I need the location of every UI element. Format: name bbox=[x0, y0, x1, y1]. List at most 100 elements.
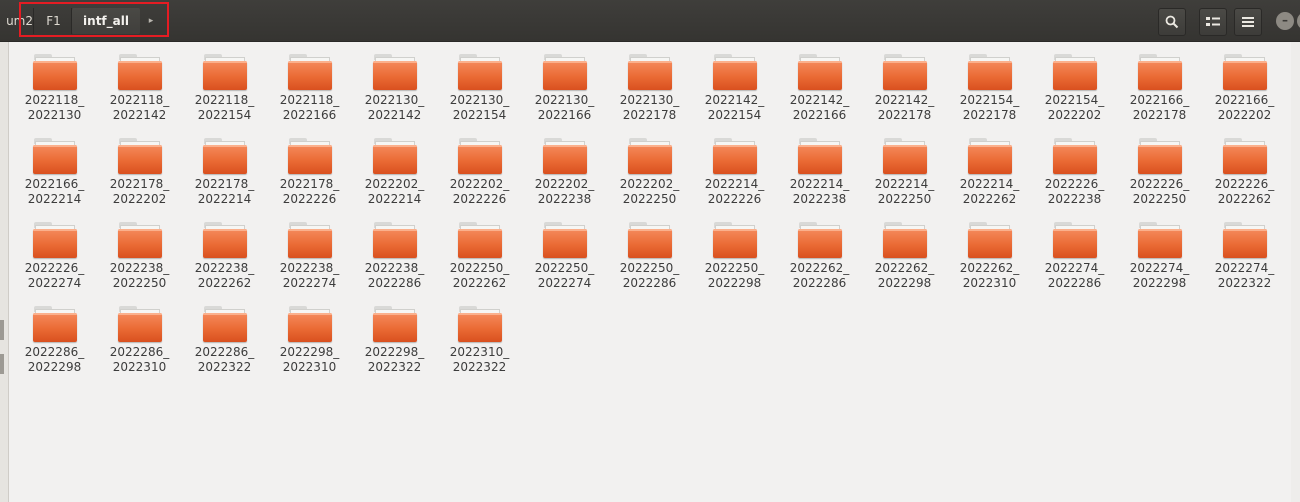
folder-item[interactable]: 2022226_ 2022274 bbox=[12, 216, 97, 300]
folder-item[interactable]: 2022142_ 2022178 bbox=[862, 48, 947, 132]
folder-item[interactable]: 2022250_ 2022274 bbox=[522, 216, 607, 300]
folder-item[interactable]: 2022178_ 2022214 bbox=[182, 132, 267, 216]
folder-label-line: 2022274_ bbox=[1044, 261, 1105, 275]
folder-item[interactable]: 2022274_ 2022322 bbox=[1202, 216, 1287, 300]
folder-item[interactable]: 2022250_ 2022298 bbox=[692, 216, 777, 300]
folder-icon bbox=[33, 138, 77, 174]
folder-item[interactable]: 2022202_ 2022214 bbox=[352, 132, 437, 216]
folder-item[interactable]: 2022130_ 2022166 bbox=[522, 48, 607, 132]
folder-label-line: 2022298 bbox=[27, 360, 82, 374]
folder-item[interactable]: 2022238_ 2022262 bbox=[182, 216, 267, 300]
folder-item[interactable]: 2022238_ 2022250 bbox=[97, 216, 182, 300]
folder-label: 2022298_ 2022322 bbox=[352, 345, 437, 375]
folder-item[interactable]: 2022202_ 2022250 bbox=[607, 132, 692, 216]
folder-item[interactable]: 2022118_ 2022130 bbox=[12, 48, 97, 132]
folder-label-line: 2022142 bbox=[367, 108, 422, 122]
folder-item[interactable]: 2022166_ 2022178 bbox=[1117, 48, 1202, 132]
folder-icon bbox=[628, 54, 672, 90]
folder-item[interactable]: 2022238_ 2022286 bbox=[352, 216, 437, 300]
folder-icon bbox=[1138, 54, 1182, 90]
minimize-icon: – bbox=[1282, 13, 1288, 27]
folder-item[interactable]: 2022130_ 2022154 bbox=[437, 48, 522, 132]
folder-item[interactable]: 2022118_ 2022142 bbox=[97, 48, 182, 132]
folder-label-line: 2022250 bbox=[877, 192, 932, 206]
folder-item[interactable]: 2022118_ 2022154 bbox=[182, 48, 267, 132]
folder-label-line: 2022238_ bbox=[279, 261, 340, 275]
folder-item[interactable]: 2022286_ 2022310 bbox=[97, 300, 182, 384]
folder-label-line: 2022166_ bbox=[1129, 93, 1190, 107]
folder-label: 2022202_ 2022214 bbox=[352, 177, 437, 207]
folder-icon bbox=[1223, 138, 1267, 174]
folder-label-line: 2022274 bbox=[537, 276, 592, 290]
folder-item[interactable]: 2022262_ 2022298 bbox=[862, 216, 947, 300]
folder-item[interactable]: 2022298_ 2022322 bbox=[352, 300, 437, 384]
folder-label: 2022118_ 2022166 bbox=[267, 93, 352, 123]
folder-item[interactable]: 2022262_ 2022310 bbox=[947, 216, 1032, 300]
folder-item[interactable]: 2022166_ 2022214 bbox=[12, 132, 97, 216]
folder-item[interactable]: 2022226_ 2022262 bbox=[1202, 132, 1287, 216]
folder-item[interactable]: 2022202_ 2022238 bbox=[522, 132, 607, 216]
minimize-button[interactable]: – bbox=[1276, 12, 1294, 30]
folder-label-line: 2022250_ bbox=[449, 261, 510, 275]
folder-item[interactable]: 2022142_ 2022154 bbox=[692, 48, 777, 132]
folder-label-line: 2022142_ bbox=[789, 93, 850, 107]
folder-label: 2022142_ 2022154 bbox=[692, 93, 777, 123]
folder-item[interactable]: 2022154_ 2022202 bbox=[1032, 48, 1117, 132]
folder-item[interactable]: 2022130_ 2022142 bbox=[352, 48, 437, 132]
folder-item[interactable]: 2022214_ 2022250 bbox=[862, 132, 947, 216]
folder-item[interactable]: 2022238_ 2022274 bbox=[267, 216, 352, 300]
folder-item[interactable]: 2022226_ 2022250 bbox=[1117, 132, 1202, 216]
folder-label-line: 2022118_ bbox=[194, 93, 255, 107]
folder-icon bbox=[713, 222, 757, 258]
folder-icon bbox=[968, 138, 1012, 174]
folder-label-line: 2022142_ bbox=[874, 93, 935, 107]
folder-label-line: 2022178_ bbox=[109, 177, 170, 191]
folder-icon bbox=[1138, 222, 1182, 258]
folder-icon bbox=[628, 222, 672, 258]
folder-item[interactable]: 2022214_ 2022238 bbox=[777, 132, 862, 216]
hamburger-menu-icon bbox=[1242, 17, 1254, 27]
folder-item[interactable]: 2022226_ 2022238 bbox=[1032, 132, 1117, 216]
folder-label: 2022142_ 2022178 bbox=[862, 93, 947, 123]
folder-item[interactable]: 2022274_ 2022298 bbox=[1117, 216, 1202, 300]
folder-item[interactable]: 2022118_ 2022166 bbox=[267, 48, 352, 132]
sidebar-nub bbox=[0, 354, 4, 374]
folder-item[interactable]: 2022154_ 2022178 bbox=[947, 48, 1032, 132]
folder-item[interactable]: 2022130_ 2022178 bbox=[607, 48, 692, 132]
folder-label-line: 2022178_ bbox=[279, 177, 340, 191]
folder-item[interactable]: 2022250_ 2022262 bbox=[437, 216, 522, 300]
folder-label: 2022286_ 2022310 bbox=[97, 345, 182, 375]
folder-item[interactable]: 2022262_ 2022286 bbox=[777, 216, 862, 300]
folder-item[interactable]: 2022178_ 2022226 bbox=[267, 132, 352, 216]
folder-item[interactable]: 2022286_ 2022322 bbox=[182, 300, 267, 384]
folder-item[interactable]: 2022178_ 2022202 bbox=[97, 132, 182, 216]
folder-label-line: 2022310 bbox=[112, 360, 167, 374]
folder-item[interactable]: 2022142_ 2022166 bbox=[777, 48, 862, 132]
folder-icon bbox=[288, 306, 332, 342]
folder-label: 2022214_ 2022250 bbox=[862, 177, 947, 207]
folder-label-line: 2022214 bbox=[197, 192, 252, 206]
folder-label-line: 2022322 bbox=[367, 360, 422, 374]
folder-icon bbox=[1223, 222, 1267, 258]
folder-icon bbox=[713, 138, 757, 174]
folder-icon bbox=[203, 306, 247, 342]
folder-item[interactable]: 2022214_ 2022262 bbox=[947, 132, 1032, 216]
scrollbar-track[interactable] bbox=[1291, 42, 1300, 502]
folder-label: 2022226_ 2022274 bbox=[12, 261, 97, 291]
folder-item[interactable]: 2022202_ 2022226 bbox=[437, 132, 522, 216]
folder-icon bbox=[203, 138, 247, 174]
search-button[interactable] bbox=[1158, 8, 1186, 36]
view-toggle-button[interactable] bbox=[1199, 8, 1227, 36]
folder-item[interactable]: 2022274_ 2022286 bbox=[1032, 216, 1117, 300]
folder-label: 2022250_ 2022274 bbox=[522, 261, 607, 291]
folder-label-line: 2022250_ bbox=[704, 261, 765, 275]
sidebar-edge bbox=[0, 42, 9, 502]
folder-item[interactable]: 2022286_ 2022298 bbox=[12, 300, 97, 384]
folder-item[interactable]: 2022250_ 2022286 bbox=[607, 216, 692, 300]
folder-item[interactable]: 2022310_ 2022322 bbox=[437, 300, 522, 384]
folder-item[interactable]: 2022214_ 2022226 bbox=[692, 132, 777, 216]
menu-button[interactable] bbox=[1234, 8, 1262, 36]
folder-item[interactable]: 2022298_ 2022310 bbox=[267, 300, 352, 384]
folder-label: 2022310_ 2022322 bbox=[437, 345, 522, 375]
folder-item[interactable]: 2022166_ 2022202 bbox=[1202, 48, 1287, 132]
